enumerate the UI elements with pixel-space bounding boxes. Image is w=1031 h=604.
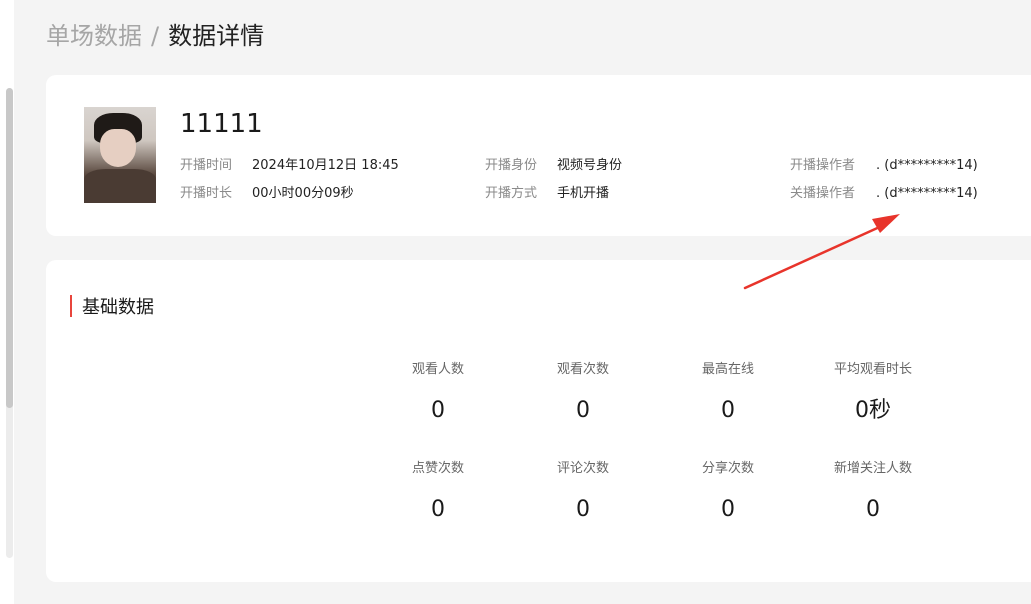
stat-viewers: 观看人数 0 — [378, 361, 498, 426]
breadcrumb-link-single-session[interactable]: 单场数据 — [46, 20, 142, 52]
stat-value: 0 — [721, 497, 735, 522]
avatar-face — [100, 129, 136, 167]
live-info-card: 11111 开播时间 2024年10月12日 18:45 开播时长 00小时00… — [46, 75, 1031, 236]
avatar-arm — [84, 169, 156, 203]
stat-comments: 评论次数 0 — [523, 460, 643, 525]
avatar — [84, 107, 156, 203]
stat-value: 0 — [866, 497, 880, 522]
section-title-accent-bar — [70, 295, 72, 317]
field-method: 开播方式 手机开播 — [485, 185, 609, 203]
field-end-operator: 关播操作者 . (d*********14) — [790, 185, 978, 203]
basic-data-card: 基础数据 观看人数 0 观看次数 0 最高在线 0 平均观看时长 0秒 点赞次数… — [46, 260, 1031, 582]
stat-value: 0 — [576, 398, 590, 423]
stat-peak-online: 最高在线 0 — [668, 361, 788, 426]
field-label: 开播时长 — [180, 186, 233, 201]
section-title-text: 基础数据 — [82, 297, 154, 318]
field-label: 开播时间 — [180, 158, 233, 173]
breadcrumb: 单场数据 / 数据详情 — [46, 20, 264, 52]
field-value: 2024年10月12日 18:45 — [252, 158, 399, 173]
stat-shares: 分享次数 0 — [668, 460, 788, 525]
stat-views: 观看次数 0 — [523, 361, 643, 426]
field-start-operator: 开播操作者 . (d*********14) — [790, 157, 978, 175]
stat-label: 点赞次数 — [411, 461, 464, 476]
field-label: 开播操作者 — [790, 158, 856, 173]
field-label: 开播方式 — [485, 186, 538, 201]
section-title: 基础数据 — [70, 295, 154, 318]
stat-avg-watch-time: 平均观看时长 0秒 — [813, 361, 933, 426]
field-value: . (d*********14) — [876, 158, 978, 173]
field-start-time: 开播时间 2024年10月12日 18:45 — [180, 157, 399, 175]
field-label: 开播身份 — [485, 158, 538, 173]
stat-value: 0秒 — [855, 398, 891, 423]
stat-value: 0 — [431, 398, 445, 423]
stat-label: 观看人数 — [411, 362, 464, 377]
field-value: 视频号身份 — [557, 158, 623, 173]
page-title: 数据详情 — [168, 22, 265, 50]
stat-likes: 点赞次数 0 — [378, 460, 498, 525]
stat-value: 0 — [576, 497, 590, 522]
stat-label: 分享次数 — [701, 461, 754, 476]
streamer-name: 11111 — [180, 109, 263, 139]
field-value: 手机开播 — [557, 186, 610, 201]
field-identity: 开播身份 视频号身份 — [485, 157, 622, 175]
stat-label: 平均观看时长 — [833, 362, 912, 377]
stat-label: 新增关注人数 — [833, 461, 912, 476]
stat-value: 0 — [721, 398, 735, 423]
breadcrumb-separator: / — [151, 22, 160, 50]
stat-label: 最高在线 — [701, 362, 754, 377]
stat-value: 0 — [431, 497, 445, 522]
stat-label: 评论次数 — [556, 461, 609, 476]
scrollbar-thumb[interactable] — [6, 88, 13, 408]
field-value: . (d*********14) — [876, 186, 978, 201]
field-value: 00小时00分09秒 — [252, 186, 354, 201]
field-label: 关播操作者 — [790, 186, 856, 201]
field-duration: 开播时长 00小时00分09秒 — [180, 185, 354, 203]
stat-label: 观看次数 — [556, 362, 609, 377]
stat-new-followers: 新增关注人数 0 — [813, 460, 933, 525]
